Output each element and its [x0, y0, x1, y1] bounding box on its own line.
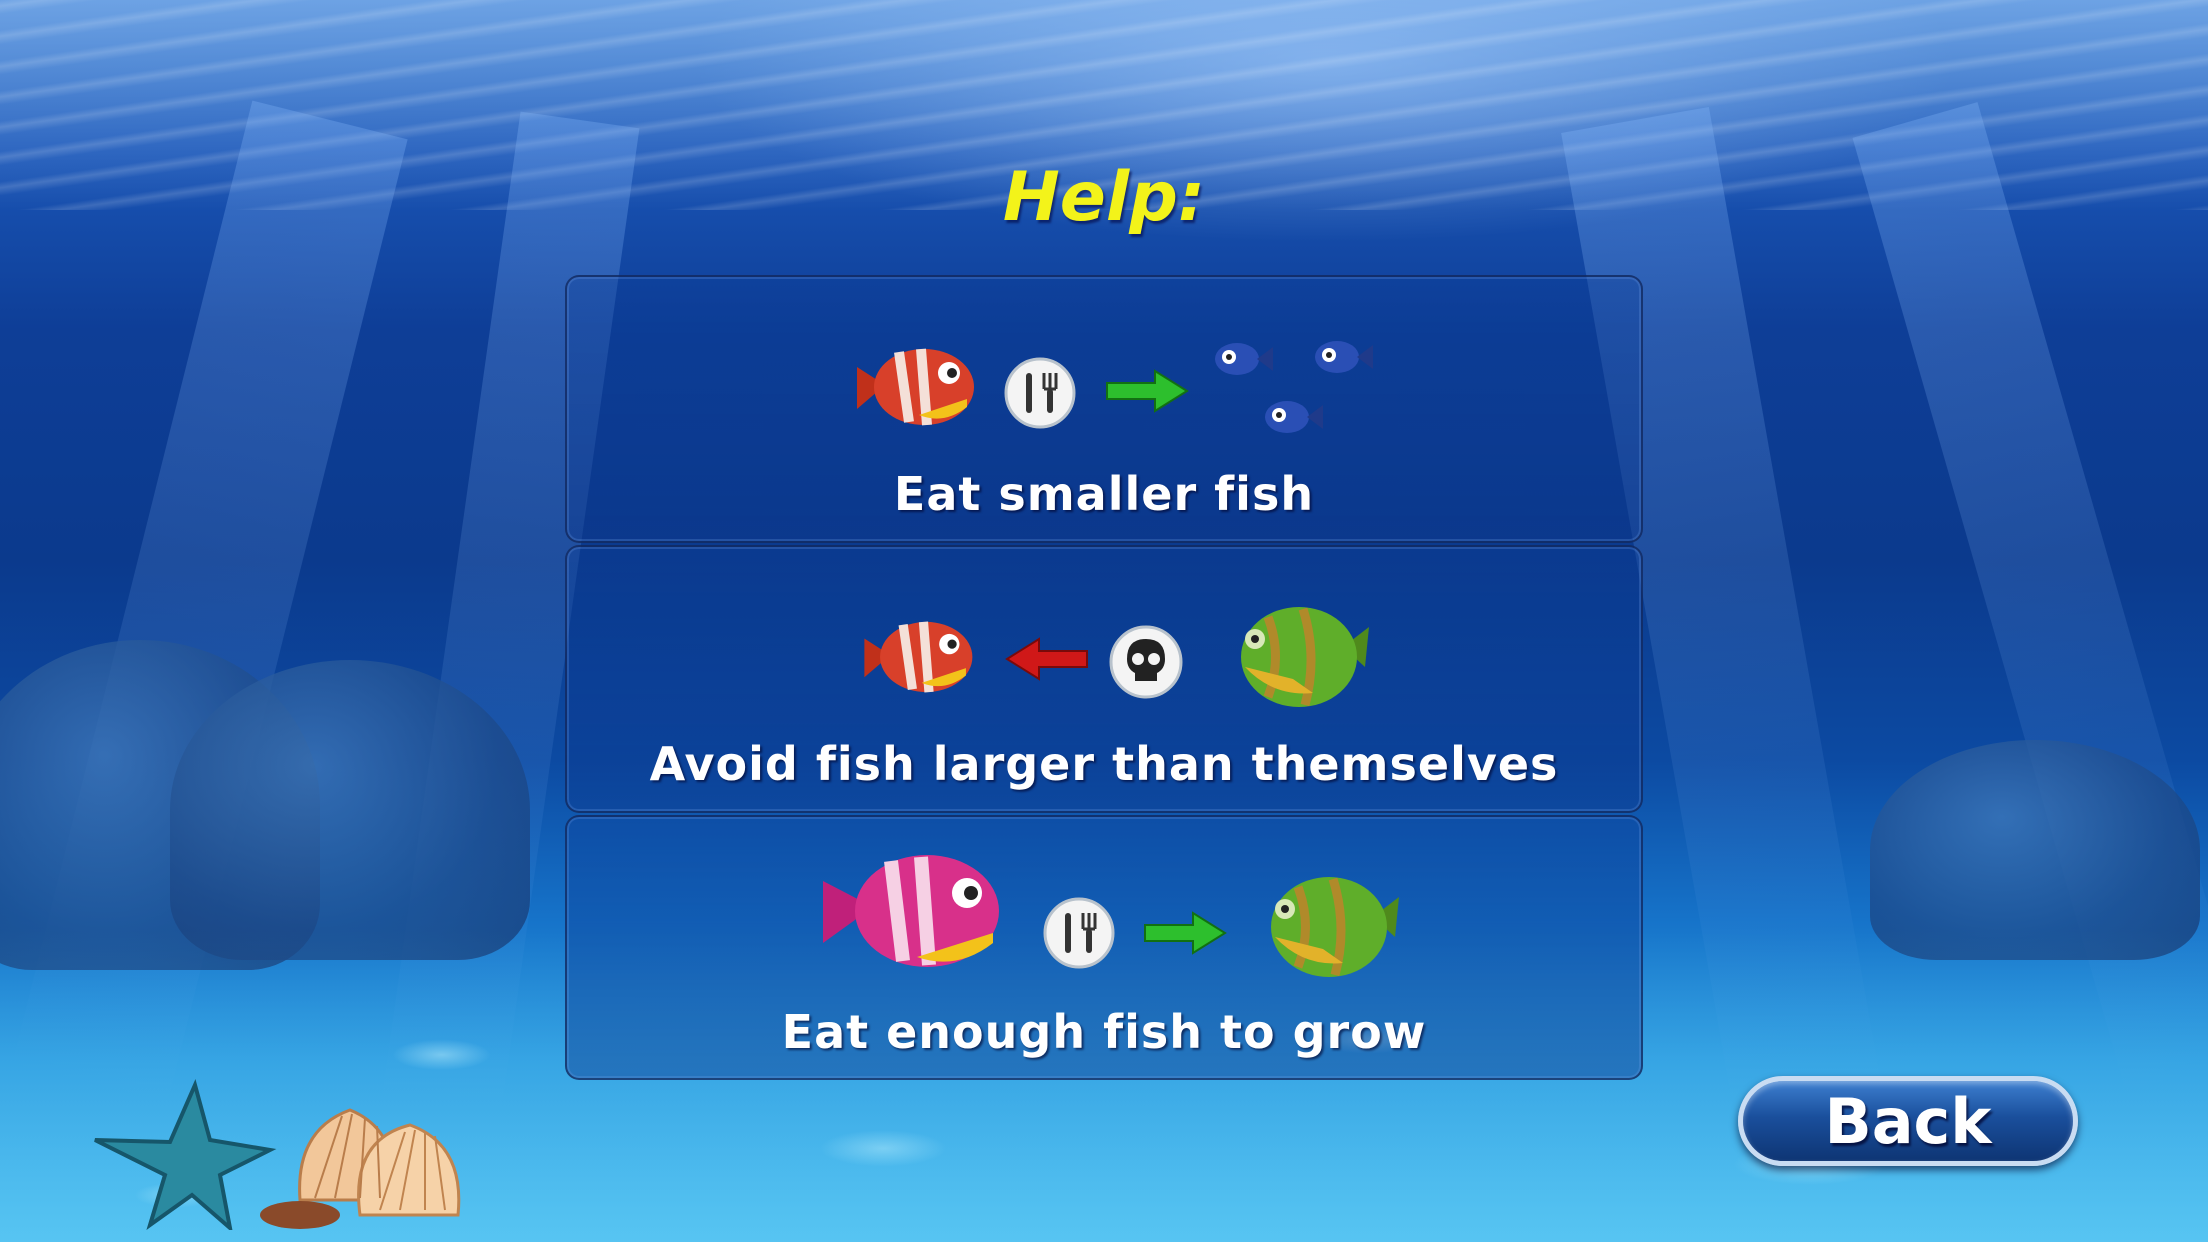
skull-icon [1109, 625, 1183, 699]
tip-label: Avoid fish larger than themselves [649, 737, 1559, 791]
green-fish-icon [1241, 607, 1369, 707]
help-panel-avoid-larger: Avoid fish larger than themselves [565, 545, 1643, 813]
back-button[interactable]: Back [1738, 1076, 2078, 1166]
page-title: Help: [1002, 158, 1206, 237]
green-arrow-icon [1144, 911, 1227, 955]
small-blue-fish-icon [1215, 341, 1373, 433]
shell-icon [260, 1108, 461, 1229]
coral-rock [170, 660, 530, 960]
red-arrow-icon [1005, 637, 1088, 681]
tip-label: Eat enough fish to grow [781, 1005, 1427, 1059]
fork-knife-icon [1004, 357, 1076, 429]
fork-knife-icon [1043, 897, 1115, 969]
coral-rock [1870, 740, 2200, 960]
help-panel-grow: Eat enough fish to grow [565, 815, 1643, 1080]
red-fish-icon [857, 348, 974, 426]
help-panel-eat-smaller: Eat smaller fish [565, 275, 1643, 543]
back-button-label: Back [1824, 1084, 1992, 1158]
tip-label: Eat smaller fish [893, 467, 1315, 521]
pink-fish-icon [823, 855, 999, 967]
starfish-shells-decoration [94, 1079, 461, 1230]
green-fish-icon [1271, 877, 1399, 977]
green-arrow-icon [1106, 369, 1189, 413]
red-fish-icon [864, 621, 973, 693]
starfish-icon [94, 1079, 277, 1230]
